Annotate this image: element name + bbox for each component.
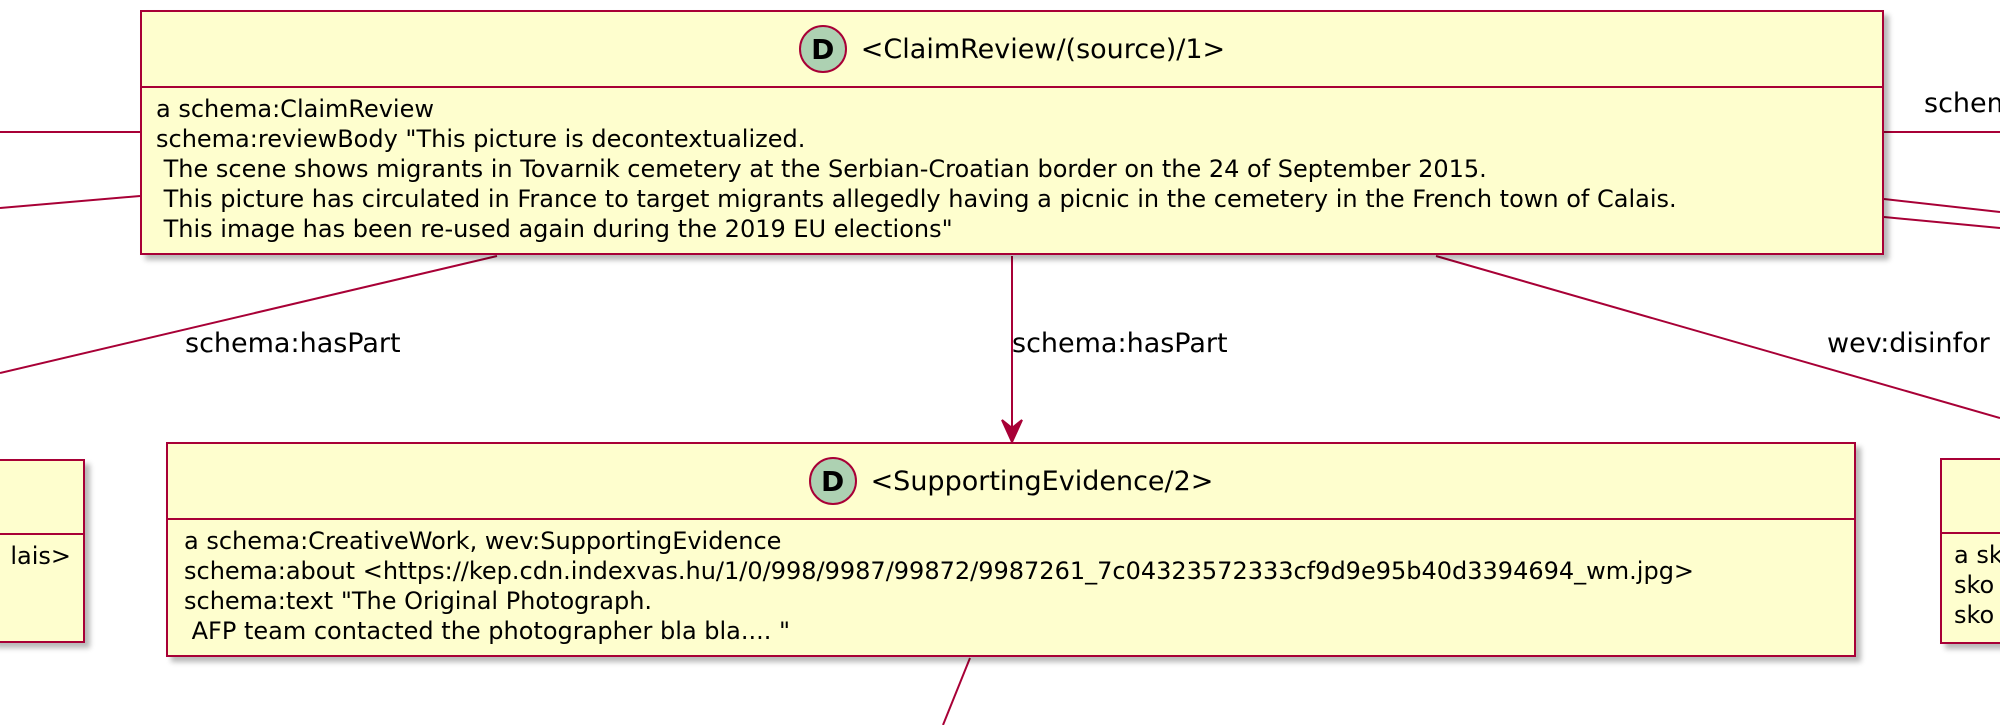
edge-right-low	[1883, 216, 2000, 229]
right-partial-line: sko	[1954, 601, 1995, 629]
claimreview-line: a schema:ClaimReview	[156, 95, 434, 123]
claimreview-body: a schema:ClaimReview schema:reviewBody "T…	[142, 88, 1882, 250]
left-partial-header	[0, 461, 83, 535]
right-partial-header	[1942, 460, 2000, 534]
supporting-evidence-line: schema:text "The Original Photograph.	[184, 587, 653, 615]
left-partial-node[interactable]: lais>	[0, 459, 85, 643]
claimreview-line: schema:reviewBody "This picture is decon…	[156, 125, 806, 153]
supporting-evidence-title: <SupportingEvidence/2>	[870, 465, 1214, 497]
supporting-evidence-body: a schema:CreativeWork, wev:SupportingEvi…	[168, 520, 1854, 652]
edge-supporting-down	[942, 657, 971, 725]
right-partial-line: sko	[1954, 571, 1995, 599]
claimreview-header: D <ClaimReview/(source)/1>	[142, 12, 1882, 88]
supporting-evidence-node[interactable]: D <SupportingEvidence/2> a schema:Creati…	[166, 442, 1856, 657]
claimreview-line: The scene shows migrants in Tovarnik cem…	[156, 155, 1487, 183]
right-partial-body: a sk sko sko	[1942, 534, 2000, 636]
edge-label-haspart-center: schema:hasPart	[1012, 328, 1228, 359]
supporting-evidence-header: D <SupportingEvidence/2>	[168, 444, 1854, 520]
d-circle-icon: D	[798, 25, 847, 73]
supporting-evidence-line: AFP team contacted the photographer bla …	[184, 617, 791, 645]
edge-label-disinfo-right: wev:disinfor	[1827, 328, 1990, 359]
claimreview-line: This image has been re-used again during…	[156, 215, 953, 243]
edge-label-schema-top-right: schem	[1924, 88, 2000, 119]
d-circle-icon: D	[808, 457, 857, 505]
right-partial-node[interactable]: a sk sko sko	[1940, 458, 2000, 644]
edge-label-haspart-left: schema:hasPart	[185, 328, 401, 359]
claimreview-node[interactable]: D <ClaimReview/(source)/1> a schema:Clai…	[140, 10, 1884, 255]
supporting-evidence-line: schema:about <https://kep.cdn.indexvas.h…	[184, 557, 1695, 585]
left-partial-body: lais>	[0, 535, 83, 577]
claimreview-line: This picture has circulated in France to…	[156, 185, 1677, 213]
edge-left-lower	[0, 195, 141, 209]
arrowhead-supporting	[1001, 419, 1023, 445]
claimreview-title: <ClaimReview/(source)/1>	[860, 33, 1226, 65]
left-partial-line: lais>	[10, 542, 71, 570]
edge-right-mid	[1883, 198, 2000, 213]
supporting-evidence-line: a schema:CreativeWork, wev:SupportingEvi…	[184, 527, 782, 555]
right-partial-line: a sk	[1954, 541, 2000, 569]
